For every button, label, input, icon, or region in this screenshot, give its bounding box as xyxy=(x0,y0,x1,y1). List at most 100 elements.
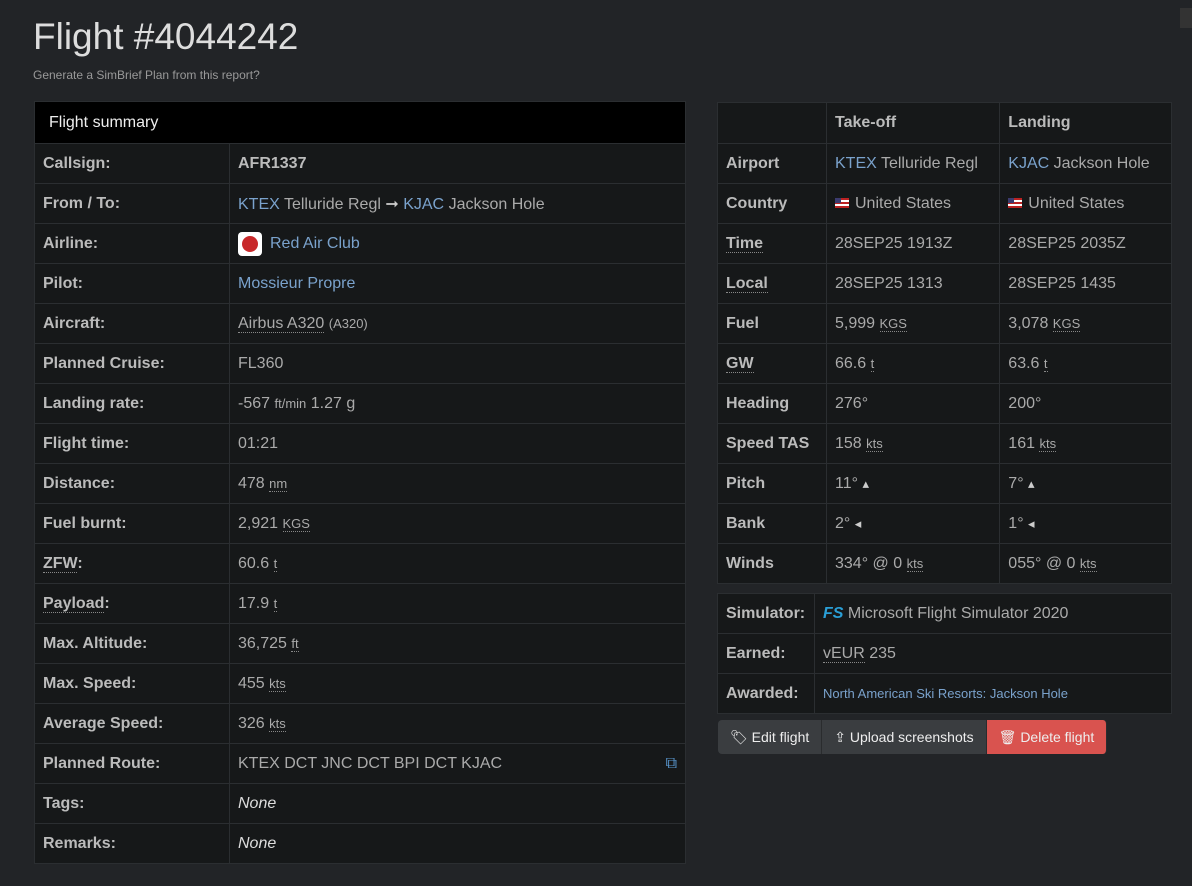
table-row: Payload: 17.9 t xyxy=(34,583,686,624)
label: Airport xyxy=(717,143,827,184)
max-speed: 455 xyxy=(238,674,265,692)
table-row: Time 28SEP25 1913Z 28SEP25 2035Z xyxy=(717,223,1172,264)
trash-icon: 🗑 xyxy=(998,729,1017,745)
landing-speed: 161 xyxy=(1008,434,1035,452)
table-row: Simulator: FS Microsoft Flight Simulator … xyxy=(717,593,1172,634)
label: Max. Speed: xyxy=(34,663,230,704)
callsign: AFR1337 xyxy=(229,143,686,184)
delete-flight-button[interactable]: 🗑 Delete flight xyxy=(986,720,1108,754)
scrollbar[interactable] xyxy=(1180,8,1192,28)
takeoff-gw: 66.6 xyxy=(835,354,867,372)
unit: kts xyxy=(1039,435,1057,452)
us-flag-icon xyxy=(835,197,849,208)
landing-pitch: 7° xyxy=(1008,474,1024,492)
label: Speed TAS xyxy=(717,423,827,464)
label: Remarks: xyxy=(34,823,230,864)
upload-screenshots-button[interactable]: ⇪ Upload screenshots xyxy=(822,720,987,754)
unit: kts xyxy=(906,555,924,572)
table-row: Max. Speed: 455 kts xyxy=(34,663,686,704)
blank-header xyxy=(717,102,827,144)
takeoff-header: Take-off xyxy=(825,102,1001,144)
takeoff-airport-link[interactable]: KTEX xyxy=(835,155,877,172)
label: Aircraft: xyxy=(34,303,230,344)
table-row: Local 28SEP25 1313 28SEP25 1435 xyxy=(717,263,1172,304)
label: Earned: xyxy=(717,633,815,674)
fuel-burnt: 2,921 xyxy=(238,514,279,532)
label: Planned Cruise: xyxy=(34,343,230,384)
label: Simulator: xyxy=(717,593,815,634)
label: Time xyxy=(726,234,764,253)
label: Flight time: xyxy=(34,423,230,464)
simbrief-link[interactable]: Generate a SimBrief Plan from this repor… xyxy=(33,68,260,82)
arrow-icon: ➞ xyxy=(385,195,399,213)
label: Tags: xyxy=(34,783,230,824)
label: Airline: xyxy=(34,223,230,264)
edit-flight-button[interactable]: 🏷 Edit flight xyxy=(718,720,823,754)
table-row: Planned Route: KTEX DCT JNC DCT BPI DCT K… xyxy=(34,743,686,784)
airport-name: Telluride Regl xyxy=(880,154,978,172)
distance: 478 xyxy=(238,474,265,492)
pilot-link[interactable]: Mossieur Propre xyxy=(238,275,355,292)
table-row: Airline: Red Air Club xyxy=(34,223,686,264)
button-label: Edit flight xyxy=(751,729,810,745)
unit: KGS xyxy=(282,515,310,532)
bank-left-icon: ◂ xyxy=(854,515,862,531)
landing-gw: 63.6 xyxy=(1008,354,1040,372)
table-row: Callsign: AFR1337 xyxy=(34,143,686,184)
takeoff-landing-table: Take-off Landing Airport KTEX Telluride Re… xyxy=(717,102,1172,584)
summary-heading: Flight summary xyxy=(34,101,686,144)
label: Pitch xyxy=(717,463,827,504)
unit: t xyxy=(273,555,278,572)
from-link[interactable]: KTEX xyxy=(238,196,280,213)
page-title: Flight #4044242 xyxy=(33,16,299,57)
label: Heading xyxy=(717,383,827,424)
tag-icon: 🏷 xyxy=(730,729,748,745)
max-altitude: 36,725 xyxy=(238,634,287,652)
label: ZFW xyxy=(43,554,78,573)
aircraft-code: (A320) xyxy=(328,315,368,331)
bank-left-icon: ◂ xyxy=(1028,515,1035,531)
landing-local: 28SEP25 1435 xyxy=(999,263,1172,304)
flight-time: 01:21 xyxy=(229,423,686,464)
table-row: GW 66.6 t 63.6 t xyxy=(717,343,1172,384)
cruise: FL360 xyxy=(229,343,686,384)
unit: kts xyxy=(269,715,286,732)
takeoff-speed: 158 xyxy=(835,434,862,452)
label: Planned Route: xyxy=(34,743,230,784)
table-row: Winds 334° @ 0 kts 055° @ 0 kts xyxy=(717,543,1172,584)
table-row: Heading 276° 200° xyxy=(717,383,1172,424)
landing-airport-link[interactable]: KJAC xyxy=(1008,155,1049,172)
label: Awarded: xyxy=(717,673,815,714)
unit: ft/min xyxy=(274,395,307,411)
label: From / To: xyxy=(34,183,230,224)
to-link[interactable]: KJAC xyxy=(403,196,444,213)
country: United States xyxy=(1028,194,1125,212)
copy-icon[interactable]: ⧉ xyxy=(666,755,677,773)
avg-speed: 326 xyxy=(238,714,265,732)
airline-link[interactable]: Red Air Club xyxy=(270,235,360,252)
takeoff-pitch: 11° xyxy=(835,474,859,492)
table-row: Awarded: North American Ski Resorts: Jack… xyxy=(717,673,1172,714)
table-row: Average Speed: 326 kts xyxy=(34,703,686,744)
label: GW xyxy=(726,354,754,373)
award-link[interactable]: North American Ski Resorts: Jackson Hole xyxy=(823,686,1068,701)
unit: KGS xyxy=(879,315,907,332)
landing-bank: 1° xyxy=(1008,514,1024,532)
currency: vEUR xyxy=(823,644,865,663)
table-row: Country United States United States xyxy=(717,183,1172,224)
takeoff-fuel: 5,999 xyxy=(835,314,876,332)
table-row: Airport KTEX Telluride Regl KJAC Jackson H… xyxy=(717,143,1172,184)
msfs-icon: FS xyxy=(823,604,844,622)
aircraft: Airbus A320 xyxy=(238,314,325,333)
button-label: Upload screenshots xyxy=(849,729,974,745)
flight-info-table: Simulator: FS Microsoft Flight Simulator … xyxy=(717,593,1172,714)
table-row: Tags: None xyxy=(34,783,686,824)
tags: None xyxy=(229,783,686,824)
table-row: Earned: vEUR 235 xyxy=(717,633,1172,674)
table-row: Fuel 5,999 KGS 3,078 KGS xyxy=(717,303,1172,344)
remarks: None xyxy=(229,823,686,864)
unit: KGS xyxy=(1052,315,1081,332)
airline-logo-icon xyxy=(238,231,262,256)
takeoff-bank: 2° xyxy=(835,514,851,532)
button-label: Delete flight xyxy=(1020,729,1095,745)
